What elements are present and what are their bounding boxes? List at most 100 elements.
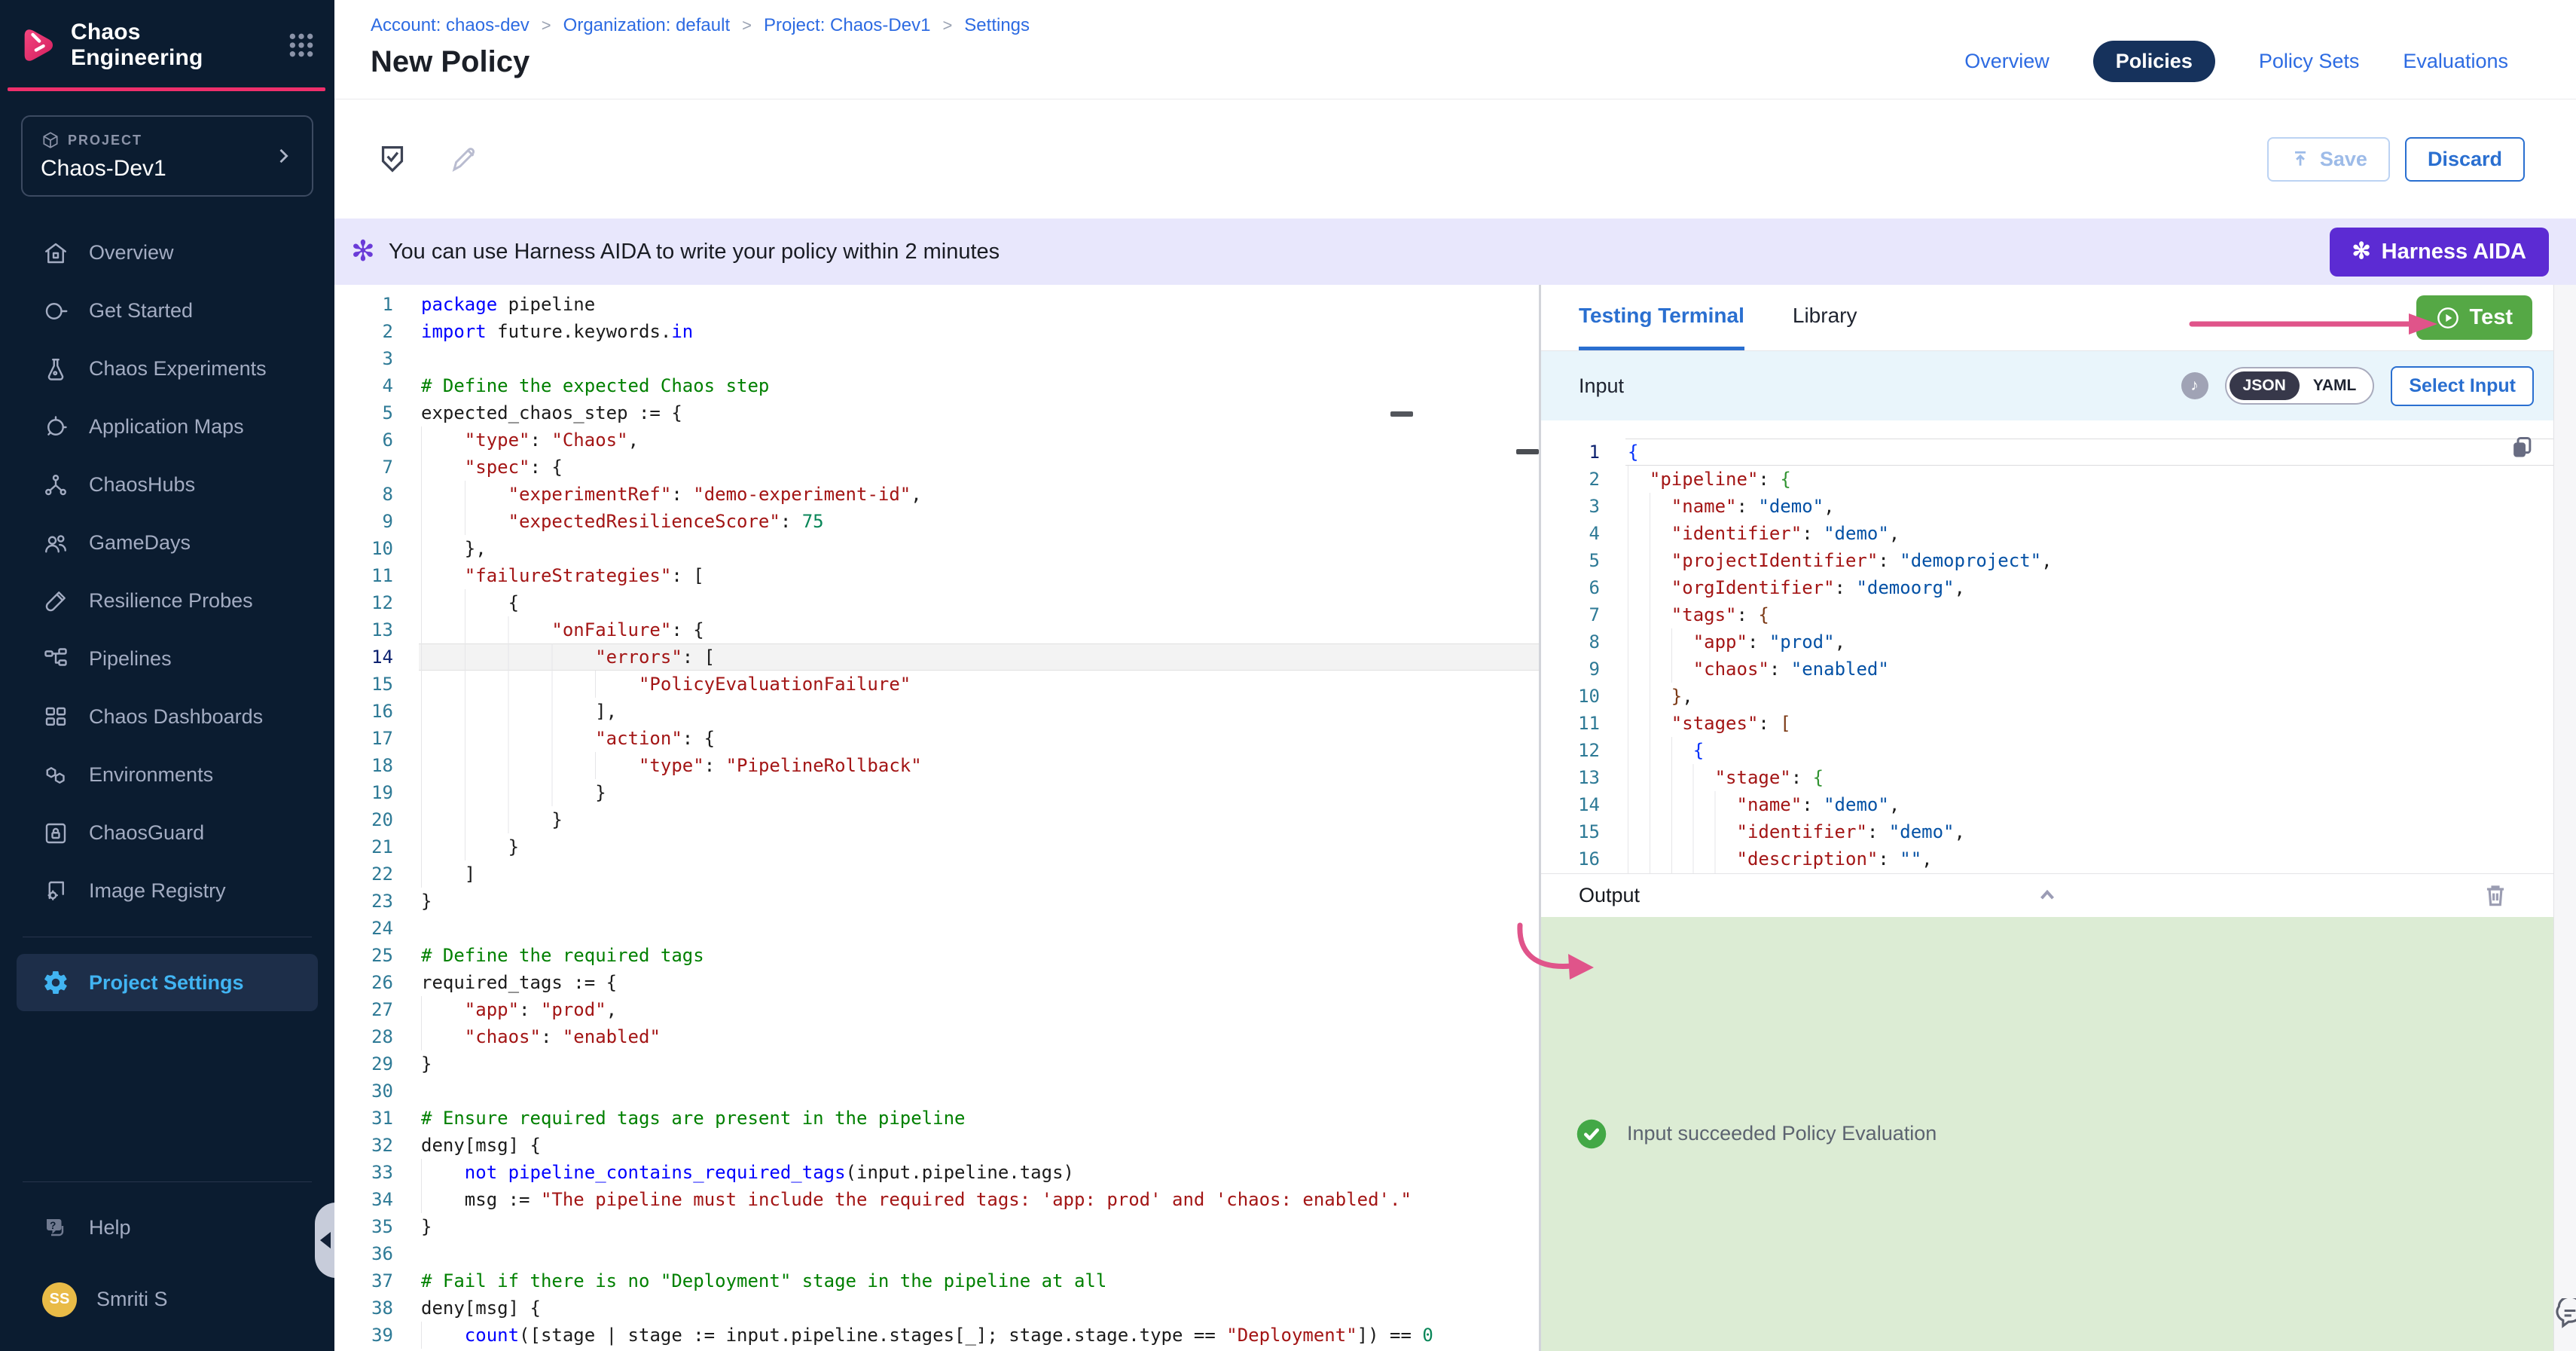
code-line[interactable]: 25# Define the required tags (334, 942, 1539, 969)
code-line[interactable]: 6 "orgIdentifier": "demoorg", (1541, 574, 2553, 601)
code-line[interactable]: 33 not pipeline_contains_required_tags(i… (334, 1159, 1539, 1186)
code-line[interactable]: 8 "experimentRef": "demo-experiment-id", (334, 481, 1539, 508)
tab-policies[interactable]: Policies (2093, 41, 2215, 82)
code-line[interactable]: 15 "PolicyEvaluationFailure" (334, 671, 1539, 698)
code-line[interactable]: 13 "onFailure": { (334, 616, 1539, 643)
code-line[interactable]: 9 "chaos": "enabled" (1541, 656, 2553, 683)
code-line[interactable]: 3 (334, 345, 1539, 372)
code-line[interactable]: 5 "projectIdentifier": "demoproject", (1541, 547, 2553, 574)
sidebar-item-pipelines[interactable]: Pipelines (0, 630, 334, 688)
discard-button[interactable]: Discard (2405, 137, 2525, 182)
sidebar-item-chaoshubs[interactable]: ChaosHubs (0, 456, 334, 514)
code-line[interactable]: 15 "identifier": "demo", (1541, 818, 2553, 845)
sidebar-item-chaos-experiments[interactable]: Chaos Experiments (0, 340, 334, 398)
code-line[interactable]: 34 msg := "The pipeline must include the… (334, 1186, 1539, 1213)
code-line[interactable]: 20 } (334, 806, 1539, 833)
sidebar-item-get-started[interactable]: Get Started (0, 282, 334, 340)
code-line[interactable]: 12 { (334, 589, 1539, 616)
breadcrumb-item[interactable]: Account: chaos-dev (371, 15, 530, 36)
policy-code-editor[interactable]: 1package pipeline2import future.keywords… (334, 285, 1539, 1351)
code-line[interactable]: 23} (334, 888, 1539, 915)
sidebar-item-gamedays[interactable]: GameDays (0, 514, 334, 572)
sidebar-item-environments[interactable]: Environments (0, 746, 334, 804)
format-option-json[interactable]: JSON (2230, 371, 2300, 400)
support-chat-icon[interactable] (2553, 1298, 2576, 1331)
sidebar-item-image-registry[interactable]: Image Registry (0, 862, 334, 920)
code-line[interactable]: 13 "stage": { (1541, 764, 2553, 791)
user-menu[interactable]: SS Smriti S (0, 1270, 334, 1328)
code-line[interactable]: 18 "type": "PipelineRollback" (334, 752, 1539, 779)
code-line[interactable]: 27 "app": "prod", (334, 996, 1539, 1023)
code-line[interactable]: 2import future.keywords.in (334, 318, 1539, 345)
collapse-sidebar-button[interactable] (315, 1203, 336, 1278)
edit-pencil-icon[interactable] (449, 143, 481, 175)
code-line[interactable]: 7 "spec": { (334, 454, 1539, 481)
code-line[interactable]: 11 "failureStrategies": [ (334, 562, 1539, 589)
code-line[interactable]: 28 "chaos": "enabled" (334, 1023, 1539, 1050)
harness-aida-button[interactable]: ✻ Harness AIDA (2330, 228, 2549, 277)
code-line[interactable]: 14 "name": "demo", (1541, 791, 2553, 818)
code-line[interactable]: 14 "errors": [ (334, 643, 1539, 671)
code-line[interactable]: 11 "stages": [ (1541, 710, 2553, 737)
breadcrumb-item[interactable]: Project: Chaos-Dev1 (764, 15, 930, 36)
project-selector[interactable]: PROJECT Chaos-Dev1 (21, 115, 313, 197)
code-line[interactable]: 4 "identifier": "demo", (1541, 520, 2553, 547)
code-line[interactable]: 17 "action": { (334, 725, 1539, 752)
tab-evaluations[interactable]: Evaluations (2403, 41, 2508, 82)
code-line[interactable]: 24 (334, 915, 1539, 942)
code-line[interactable]: 9 "expectedResilienceScore": 75 (334, 508, 1539, 535)
save-button[interactable]: Save (2267, 137, 2390, 182)
code-line[interactable]: 10 }, (334, 535, 1539, 562)
code-line[interactable]: 5expected_chaos_step := { (334, 399, 1539, 426)
tab-policy-sets[interactable]: Policy Sets (2259, 41, 2360, 82)
code-line[interactable]: 36 (334, 1240, 1539, 1267)
chevron-up-icon[interactable] (2032, 880, 2062, 910)
copy-icon[interactable] (2507, 433, 2537, 463)
code-line[interactable]: 3 "name": "demo", (1541, 493, 2553, 520)
breadcrumb-item[interactable]: Organization: default (563, 15, 730, 36)
format-option-yaml[interactable]: YAML (2300, 371, 2370, 400)
sidebar-item-chaos-dashboards[interactable]: Chaos Dashboards (0, 688, 334, 746)
code-line[interactable]: 4# Define the expected Chaos step (334, 372, 1539, 399)
tab-testing-terminal[interactable]: Testing Terminal (1579, 285, 1744, 350)
module-switcher-icon[interactable] (286, 30, 316, 60)
shield-check-icon[interactable] (375, 142, 410, 176)
code-line[interactable]: 35} (334, 1213, 1539, 1240)
sidebar-item-project-settings[interactable]: Project Settings (17, 954, 318, 1011)
select-input-button[interactable]: Select Input (2391, 366, 2534, 406)
code-line[interactable]: 29} (334, 1050, 1539, 1077)
code-line[interactable]: 10 }, (1541, 683, 2553, 710)
code-line[interactable]: 26required_tags := { (334, 969, 1539, 996)
tab-overview[interactable]: Overview (1964, 41, 2050, 82)
code-line[interactable]: 32deny[msg] { (334, 1132, 1539, 1159)
trash-icon[interactable] (2481, 881, 2510, 909)
sidebar-item-application-maps[interactable]: Application Maps (0, 398, 334, 456)
test-button[interactable]: Test (2416, 295, 2532, 340)
code-line[interactable]: 31# Ensure required tags are present in … (334, 1105, 1539, 1132)
code-line[interactable]: 39 count([stage | stage := input.pipelin… (334, 1322, 1539, 1349)
code-line[interactable]: 21 } (334, 833, 1539, 860)
code-line[interactable]: 1package pipeline (334, 291, 1539, 318)
code-line[interactable]: 1{ (1541, 439, 2553, 466)
sidebar-item-overview[interactable]: Overview (0, 224, 334, 282)
format-toggle[interactable]: JSONYAML (2225, 367, 2375, 405)
breadcrumb-item[interactable]: Settings (964, 15, 1030, 36)
code-line[interactable]: 2 "pipeline": { (1541, 466, 2553, 493)
code-line[interactable]: 37# Fail if there is no "Deployment" sta… (334, 1267, 1539, 1294)
sidebar-item-chaosguard[interactable]: ChaosGuard (0, 804, 334, 862)
sidebar-item-resilience-probes[interactable]: Resilience Probes (0, 572, 334, 630)
split-drag-handle[interactable] (1516, 449, 1539, 454)
code-line[interactable]: 7 "tags": { (1541, 601, 2553, 628)
code-line[interactable]: 22 ] (334, 860, 1539, 888)
tab-library[interactable]: Library (1793, 285, 1857, 350)
code-line[interactable]: 19 } (334, 779, 1539, 806)
code-line[interactable]: 16 ], (334, 698, 1539, 725)
code-line[interactable]: 30 (334, 1077, 1539, 1105)
help-button[interactable]: ? Help (0, 1199, 334, 1257)
prettify-icon[interactable]: ♪ (2181, 372, 2208, 399)
code-line[interactable]: 12 { (1541, 737, 2553, 764)
code-line[interactable]: 16 "description": "", (1541, 845, 2553, 873)
code-line[interactable]: 8 "app": "prod", (1541, 628, 2553, 656)
input-json-editor[interactable]: 1{2 "pipeline": {3 "name": "demo",4 "ide… (1541, 439, 2553, 873)
code-line[interactable]: 6 "type": "Chaos", (334, 426, 1539, 454)
